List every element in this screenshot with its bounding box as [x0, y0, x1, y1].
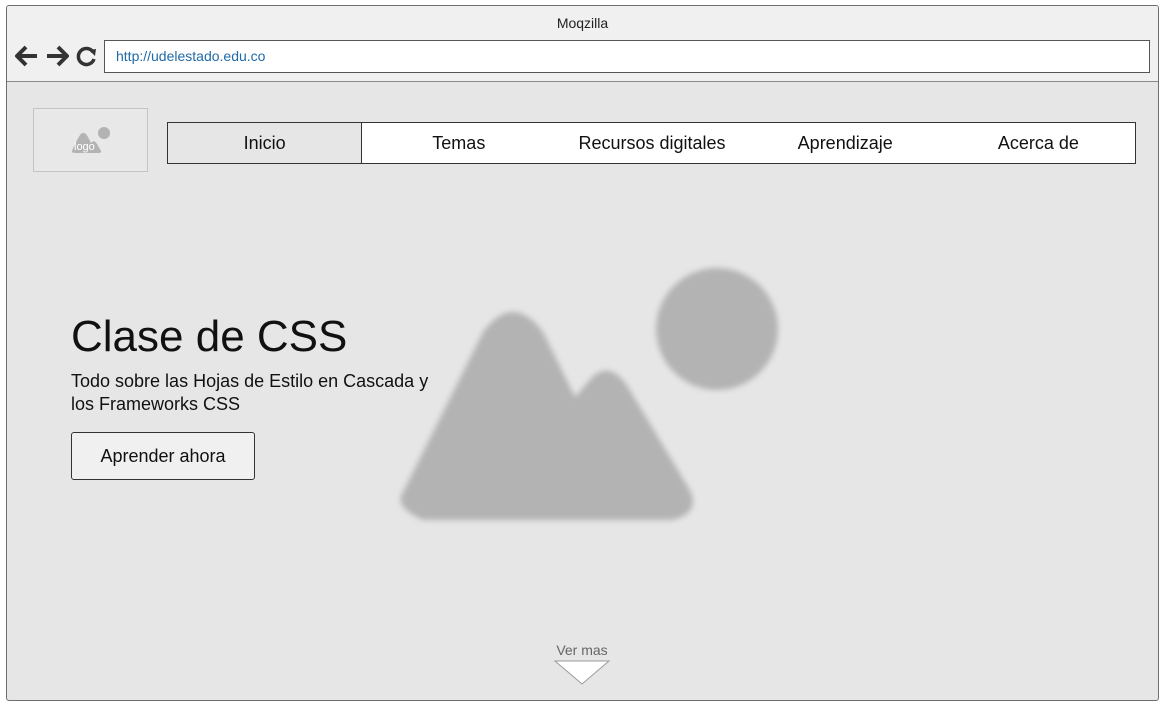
nav-item-label: Acerca de [997, 133, 1079, 153]
nav-item-acerca-de[interactable]: Acerca de [942, 123, 1135, 163]
site-logo[interactable]: logo [33, 108, 148, 172]
hero-image-placeholder-icon [400, 268, 778, 520]
nav-item-label: Aprendizaje [797, 133, 893, 153]
nav-item-label: Recursos digitales [578, 133, 726, 153]
hero-subtitle: Todo sobre las Hojas de Estilo en Cascad… [71, 371, 429, 414]
browser-chrome: Moqzilla http://udelestado.edu.co [7, 6, 1158, 82]
see-more-link[interactable]: Ver mas [542, 642, 622, 686]
browser-window: Moqzilla http://udelestado.edu.co logo I… [6, 5, 1159, 701]
window-title: Moqzilla [556, 15, 609, 31]
nav-item-aprendizaje[interactable]: Aprendizaje [749, 123, 942, 163]
logo-label: logo [74, 141, 95, 153]
nav-item-label: Temas [432, 133, 486, 153]
nav-item-label: Inicio [243, 133, 286, 153]
chevron-down-icon [554, 660, 610, 685]
main-nav: Inicio Temas Recursos digitales Aprendiz… [167, 122, 1136, 164]
reload-icon[interactable] [75, 44, 99, 68]
learn-now-button[interactable]: Aprender ahora [71, 432, 255, 480]
back-arrow-icon[interactable] [15, 44, 39, 68]
see-more-label: Ver mas [556, 642, 608, 658]
nav-item-temas[interactable]: Temas [362, 123, 555, 163]
nav-item-inicio[interactable]: Inicio [168, 123, 363, 163]
hero-title: Clase de CSS [71, 312, 348, 361]
nav-item-recursos-digitales[interactable]: Recursos digitales [555, 123, 748, 163]
forward-arrow-icon[interactable] [45, 44, 69, 68]
url-input[interactable]: http://udelestado.edu.co [104, 40, 1150, 73]
